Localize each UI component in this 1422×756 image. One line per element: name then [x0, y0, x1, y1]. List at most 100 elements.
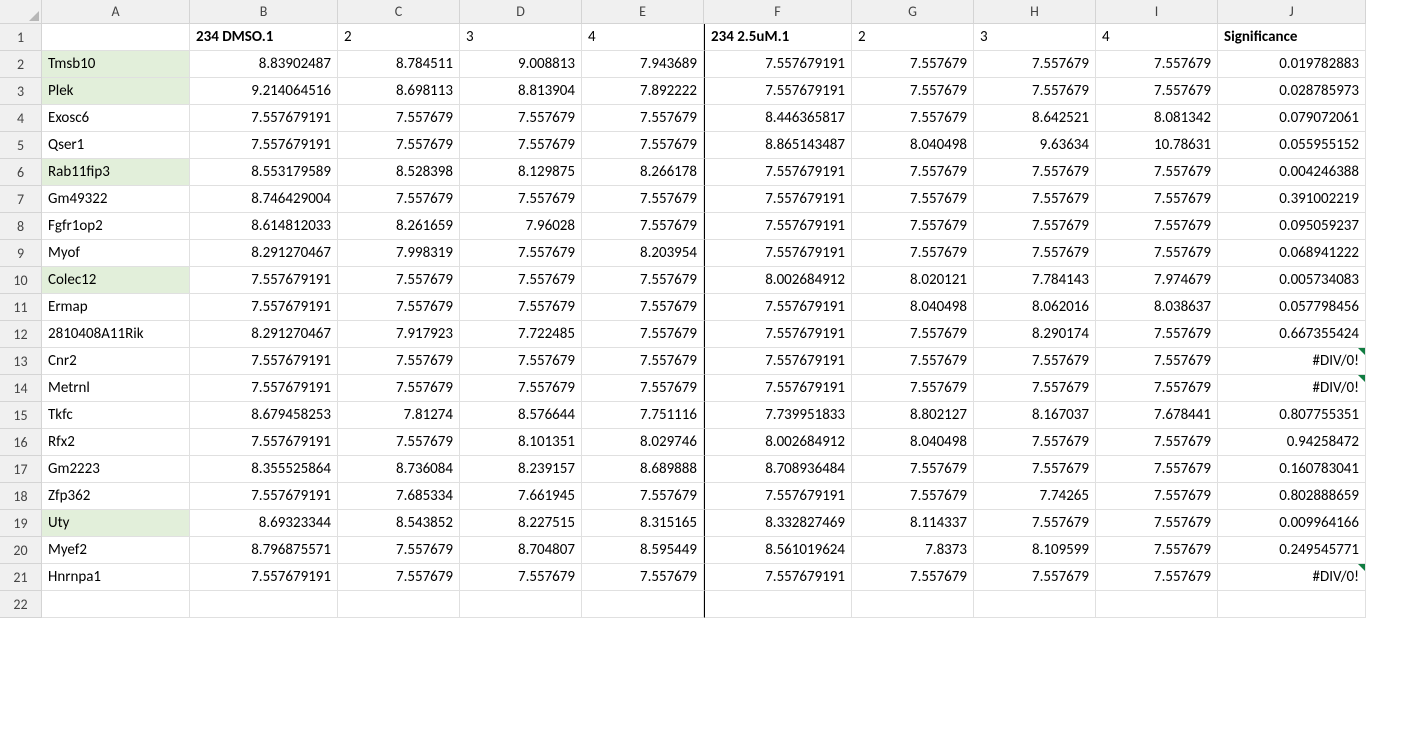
row-header-16[interactable]: 16 [0, 429, 42, 456]
cell-H18[interactable]: 7.74265 [974, 483, 1096, 510]
col-header-J[interactable]: J [1218, 0, 1366, 24]
cell-D14[interactable]: 7.557679 [460, 375, 582, 402]
cell-F10[interactable]: 8.002684912 [704, 267, 852, 294]
cell-C3[interactable]: 8.698113 [338, 78, 460, 105]
header-cell-C[interactable]: 2 [338, 24, 460, 51]
cell-E3[interactable]: 7.892222 [582, 78, 704, 105]
cell-B21[interactable]: 7.557679191 [190, 564, 338, 591]
cell-I11[interactable]: 8.038637 [1096, 294, 1218, 321]
cell-F8[interactable]: 7.557679191 [704, 213, 852, 240]
cell-G13[interactable]: 7.557679 [852, 348, 974, 375]
cell-F21[interactable]: 7.557679191 [704, 564, 852, 591]
cell-E20[interactable]: 8.595449 [582, 537, 704, 564]
cell-F12[interactable]: 7.557679191 [704, 321, 852, 348]
cell-I16[interactable]: 7.557679 [1096, 429, 1218, 456]
cell-J5[interactable]: 0.055955152 [1218, 132, 1366, 159]
cell-C7[interactable]: 7.557679 [338, 186, 460, 213]
cell-A15[interactable]: Tkfc [42, 402, 190, 429]
row-header-3[interactable]: 3 [0, 78, 42, 105]
cell-D9[interactable]: 7.557679 [460, 240, 582, 267]
row-header-15[interactable]: 15 [0, 402, 42, 429]
cell-J15[interactable]: 0.807755351 [1218, 402, 1366, 429]
row-header-2[interactable]: 2 [0, 51, 42, 78]
cell-C12[interactable]: 7.917923 [338, 321, 460, 348]
row-header-8[interactable]: 8 [0, 213, 42, 240]
cell-E15[interactable]: 7.751116 [582, 402, 704, 429]
cell-B15[interactable]: 8.679458253 [190, 402, 338, 429]
row-header-13[interactable]: 13 [0, 348, 42, 375]
cell-D17[interactable]: 8.239157 [460, 456, 582, 483]
cell-D22[interactable] [460, 591, 582, 618]
cell-B5[interactable]: 7.557679191 [190, 132, 338, 159]
cell-J22[interactable] [1218, 591, 1366, 618]
cell-G7[interactable]: 7.557679 [852, 186, 974, 213]
cell-H14[interactable]: 7.557679 [974, 375, 1096, 402]
col-header-B[interactable]: B [190, 0, 338, 24]
cell-J21[interactable]: #DIV/0! [1218, 564, 1366, 591]
cell-H17[interactable]: 7.557679 [974, 456, 1096, 483]
cell-H6[interactable]: 7.557679 [974, 159, 1096, 186]
cell-G14[interactable]: 7.557679 [852, 375, 974, 402]
cell-A19[interactable]: Uty [42, 510, 190, 537]
cell-J17[interactable]: 0.160783041 [1218, 456, 1366, 483]
cell-E8[interactable]: 7.557679 [582, 213, 704, 240]
cell-F9[interactable]: 7.557679191 [704, 240, 852, 267]
cell-G20[interactable]: 7.8373 [852, 537, 974, 564]
cell-H15[interactable]: 8.167037 [974, 402, 1096, 429]
cell-H5[interactable]: 9.63634 [974, 132, 1096, 159]
cell-J12[interactable]: 0.667355424 [1218, 321, 1366, 348]
header-cell-G[interactable]: 2 [852, 24, 974, 51]
cell-E16[interactable]: 8.029746 [582, 429, 704, 456]
cell-B13[interactable]: 7.557679191 [190, 348, 338, 375]
row-header-21[interactable]: 21 [0, 564, 42, 591]
row-header-10[interactable]: 10 [0, 267, 42, 294]
cell-G5[interactable]: 8.040498 [852, 132, 974, 159]
cell-H20[interactable]: 8.109599 [974, 537, 1096, 564]
cell-H16[interactable]: 7.557679 [974, 429, 1096, 456]
cell-E19[interactable]: 8.315165 [582, 510, 704, 537]
header-cell-F[interactable]: 234 2.5uM.1 [704, 24, 852, 51]
cell-J9[interactable]: 0.068941222 [1218, 240, 1366, 267]
cell-B12[interactable]: 8.291270467 [190, 321, 338, 348]
cell-A14[interactable]: Metrnl [42, 375, 190, 402]
cell-G10[interactable]: 8.020121 [852, 267, 974, 294]
cell-I14[interactable]: 7.557679 [1096, 375, 1218, 402]
row-header-1[interactable]: 1 [0, 24, 42, 51]
cell-E13[interactable]: 7.557679 [582, 348, 704, 375]
cell-D12[interactable]: 7.722485 [460, 321, 582, 348]
cell-E17[interactable]: 8.689888 [582, 456, 704, 483]
cell-E10[interactable]: 7.557679 [582, 267, 704, 294]
cell-I2[interactable]: 7.557679 [1096, 51, 1218, 78]
cell-F18[interactable]: 7.557679191 [704, 483, 852, 510]
cell-G9[interactable]: 7.557679 [852, 240, 974, 267]
row-header-19[interactable]: 19 [0, 510, 42, 537]
cell-F22[interactable] [704, 591, 852, 618]
cell-D11[interactable]: 7.557679 [460, 294, 582, 321]
cell-F14[interactable]: 7.557679191 [704, 375, 852, 402]
cell-I7[interactable]: 7.557679 [1096, 186, 1218, 213]
cell-C21[interactable]: 7.557679 [338, 564, 460, 591]
col-header-H[interactable]: H [974, 0, 1096, 24]
cell-H22[interactable] [974, 591, 1096, 618]
cell-J14[interactable]: #DIV/0! [1218, 375, 1366, 402]
cell-D6[interactable]: 8.129875 [460, 159, 582, 186]
cell-G22[interactable] [852, 591, 974, 618]
cell-I13[interactable]: 7.557679 [1096, 348, 1218, 375]
cell-I20[interactable]: 7.557679 [1096, 537, 1218, 564]
cell-J18[interactable]: 0.802888659 [1218, 483, 1366, 510]
cell-H11[interactable]: 8.062016 [974, 294, 1096, 321]
cell-A6[interactable]: Rab11fip3 [42, 159, 190, 186]
cell-G3[interactable]: 7.557679 [852, 78, 974, 105]
header-cell-I[interactable]: 4 [1096, 24, 1218, 51]
cell-J10[interactable]: 0.005734083 [1218, 267, 1366, 294]
cell-E2[interactable]: 7.943689 [582, 51, 704, 78]
cell-D21[interactable]: 7.557679 [460, 564, 582, 591]
cell-D19[interactable]: 8.227515 [460, 510, 582, 537]
row-header-17[interactable]: 17 [0, 456, 42, 483]
cell-J19[interactable]: 0.009964166 [1218, 510, 1366, 537]
cell-B4[interactable]: 7.557679191 [190, 105, 338, 132]
cell-H2[interactable]: 7.557679 [974, 51, 1096, 78]
cell-D20[interactable]: 8.704807 [460, 537, 582, 564]
cell-C10[interactable]: 7.557679 [338, 267, 460, 294]
cell-E22[interactable] [582, 591, 704, 618]
